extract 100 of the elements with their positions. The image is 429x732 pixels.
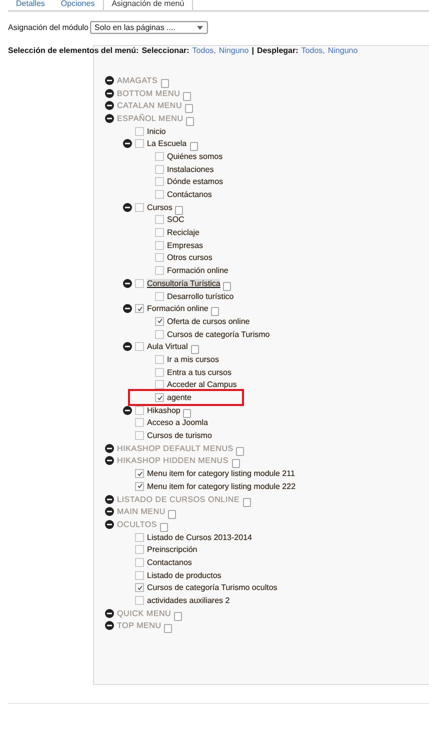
menu-item-label[interactable]: Hikashop: [147, 406, 180, 415]
checkbox[interactable]: [155, 393, 164, 402]
menu-item-label[interactable]: Quiénes somos: [167, 152, 223, 161]
menu-item-label[interactable]: Cursos de turismo: [147, 431, 212, 440]
checkbox[interactable]: [135, 532, 144, 542]
menu-item-label[interactable]: Listado de Cursos 2013-2014: [147, 532, 252, 542]
collapse-icon[interactable]: [123, 139, 132, 148]
checkbox[interactable]: [135, 469, 144, 478]
menu-item-label[interactable]: Entra a tus cursos: [167, 368, 232, 377]
checkbox[interactable]: [155, 190, 164, 200]
menu-item-label[interactable]: Acceder al Campus: [167, 380, 237, 390]
checkbox[interactable]: [135, 583, 144, 592]
menu-item-label[interactable]: Menu item for category listing module 222: [147, 482, 296, 491]
collapse-icon[interactable]: [105, 494, 114, 504]
checkbox[interactable]: [135, 342, 144, 352]
checkbox[interactable]: [155, 228, 164, 238]
collapse-icon[interactable]: [123, 406, 132, 415]
checkbox[interactable]: [155, 240, 164, 250]
checkbox[interactable]: [135, 304, 144, 314]
menu-item-label[interactable]: Otros cursos: [167, 253, 212, 262]
checkbox[interactable]: [135, 431, 144, 440]
checkbox[interactable]: [135, 126, 144, 136]
collapse-icon[interactable]: [123, 304, 132, 314]
tab[interactable]: Asignación de menú: [102, 0, 194, 10]
tab[interactable]: Detalles: [8, 0, 53, 10]
menu-item-label[interactable]: La Escuela: [147, 139, 187, 148]
menu-item-label[interactable]: Menu item for category listing module 211: [147, 469, 295, 478]
checkbox[interactable]: [135, 202, 144, 212]
collapse-icon[interactable]: [105, 621, 114, 630]
collapse-icon[interactable]: [105, 114, 114, 123]
menu-item-label[interactable]: Formación online: [147, 304, 208, 314]
checkbox[interactable]: [135, 418, 144, 428]
menu-item-label[interactable]: Ir a mis cursos: [167, 354, 220, 364]
collapse-icon[interactable]: [105, 608, 114, 618]
menu-item-label[interactable]: Contactanos: [147, 558, 192, 567]
checkbox[interactable]: [155, 152, 164, 161]
checkbox[interactable]: [135, 482, 144, 491]
menu-item-label[interactable]: Cursos de categoría Turismo ocultos: [147, 583, 278, 592]
expand-none-link[interactable]: Ninguno: [328, 46, 358, 55]
menu-item-label[interactable]: Cursos de categoría Turismo: [167, 330, 270, 339]
collapse-icon[interactable]: [105, 456, 114, 466]
menu-item-label[interactable]: Acceso a Joomla: [147, 418, 208, 428]
menu-item-label[interactable]: Inicio: [147, 126, 166, 136]
checkbox[interactable]: [155, 354, 164, 364]
menu-item-label[interactable]: Reciclaje: [167, 228, 200, 238]
menu-item-label[interactable]: Empresas: [167, 240, 204, 250]
checkbox[interactable]: [155, 368, 164, 377]
collapse-icon[interactable]: [105, 101, 114, 110]
checkbox[interactable]: [155, 215, 164, 224]
menu-title: MAIN MENU: [117, 507, 166, 516]
tab[interactable]: Opciones: [52, 0, 103, 10]
select-all-link[interactable]: Todos,: [192, 46, 216, 55]
toggle-button[interactable]: [223, 282, 232, 291]
checkbox[interactable]: [135, 570, 144, 580]
menu-item-label[interactable]: Aula Virtual: [147, 342, 188, 352]
menu-item-label[interactable]: Oferta de cursos online: [167, 316, 250, 326]
collapse-icon[interactable]: [105, 520, 114, 529]
collapse-icon[interactable]: [105, 76, 114, 85]
checkbox[interactable]: [135, 278, 144, 288]
checkbox[interactable]: [155, 253, 164, 262]
select-none-link[interactable]: Ninguno: [218, 46, 249, 55]
checkbox[interactable]: [155, 380, 164, 390]
field-label: Selección de elementos del menú:: [8, 46, 139, 55]
expand-all-link[interactable]: Todos,: [301, 46, 325, 55]
checkbox[interactable]: [155, 177, 164, 186]
toggle-button[interactable]: [190, 345, 199, 354]
checkbox[interactable]: [155, 292, 164, 301]
checkbox[interactable]: [155, 316, 164, 326]
menu-item-label[interactable]: agente: [167, 393, 192, 402]
toggle-button[interactable]: [190, 142, 198, 152]
checkbox[interactable]: [135, 596, 144, 606]
collapse-icon[interactable]: [105, 507, 114, 516]
toggle-button[interactable]: [183, 408, 192, 418]
collapse-icon[interactable]: [123, 278, 132, 288]
checkbox[interactable]: [135, 545, 144, 554]
toggle-button[interactable]: [211, 307, 220, 316]
menu-item-label[interactable]: actividades auxiliares 2: [147, 596, 230, 606]
menu-item-label[interactable]: Formación online: [167, 266, 228, 276]
toggle-button[interactable]: [160, 78, 169, 88]
menu-item-label[interactable]: Preinscripción: [147, 545, 198, 554]
collapse-icon[interactable]: [123, 202, 132, 212]
menu-item-label[interactable]: Listado de productos: [147, 570, 222, 580]
checkbox[interactable]: [135, 558, 144, 567]
collapse-icon[interactable]: [123, 342, 132, 352]
menu-item-label[interactable]: Instalaciones: [167, 164, 214, 174]
menu-item-label[interactable]: Cursos: [147, 202, 172, 212]
collapse-icon[interactable]: [105, 444, 114, 453]
menu-item-label[interactable]: Consultoría Turística: [147, 278, 220, 288]
menu-item-label[interactable]: SOC: [167, 215, 184, 224]
checkbox[interactable]: [155, 164, 164, 174]
menu-item-label[interactable]: Desarrollo turístico: [167, 292, 234, 301]
toggle-button[interactable]: [242, 498, 251, 507]
collapse-icon[interactable]: [105, 88, 114, 98]
menu-item-label[interactable]: Contáctanos: [167, 190, 212, 200]
checkbox[interactable]: [155, 266, 164, 276]
toggle-button[interactable]: [175, 206, 184, 215]
checkbox[interactable]: [135, 139, 144, 148]
menu-item-label[interactable]: Dónde estamos: [167, 177, 224, 186]
assignment-select[interactable]: Solo en las páginas ....: [90, 21, 208, 34]
checkbox[interactable]: [155, 330, 164, 339]
